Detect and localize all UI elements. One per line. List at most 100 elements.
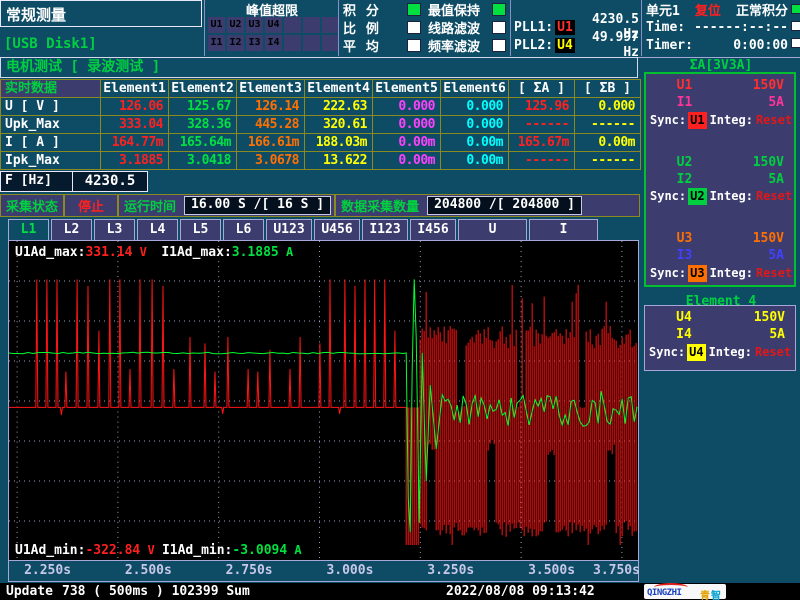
i-max-value: 3.1885: [232, 245, 279, 260]
tab-i[interactable]: I: [529, 219, 598, 240]
tab-l4[interactable]: L4: [137, 219, 178, 240]
indicator-square: [791, 21, 800, 31]
peak-limit-title: 峰值超限: [205, 0, 339, 17]
update-counter: 738 ( 500ms ) 102399 Sum: [62, 584, 250, 599]
pll2-value: 49.997 Hz: [577, 30, 639, 60]
toggle-label: 积 分: [343, 0, 407, 19]
tab-u456[interactable]: U456: [314, 219, 360, 240]
mode-panel: 常规测量 [USB Disk1]: [0, 0, 204, 56]
cell: 126.06: [101, 98, 169, 116]
toggle-label: 平 均: [343, 36, 407, 55]
cell: 0.00m: [373, 134, 441, 152]
sync-label: Sync:: [650, 265, 686, 282]
cell: ------: [575, 116, 641, 134]
row-label: Upk_Max: [1, 116, 101, 134]
cell: 0.00m: [373, 152, 441, 170]
top-strip: 常规测量 [USB Disk1] 峰值超限 U1 U2 U3 U4 I1 I2 …: [0, 0, 800, 58]
frequency-label: F [Hz]: [1, 172, 73, 191]
acquisition-bar: 采集状态 停止 运行时间 16.00 S /[ 16 S ] 数据采集数量 20…: [0, 194, 640, 217]
cell: 165.64m: [169, 134, 237, 152]
indicator-square: [791, 38, 800, 48]
frequency-box: F [Hz] 4230.5: [0, 171, 148, 192]
toggle-ratio[interactable]: 比 例: [339, 18, 425, 36]
test-mode-row[interactable]: 电机测试 [ 录波测试 ]: [0, 57, 638, 78]
toggle-label: 线路滤波: [428, 18, 492, 37]
pll-panel: PLL1: U1 4230.5 Hz PLL2: U4 49.997 Hz: [510, 0, 642, 56]
integ-label: Integ:: [710, 188, 753, 205]
sync-source-chip[interactable]: U3: [688, 265, 706, 282]
tab-l2[interactable]: L2: [51, 219, 92, 240]
sync-source-chip[interactable]: U4: [687, 344, 705, 361]
tab-u123[interactable]: U123: [266, 219, 312, 240]
update-label: Update: [6, 584, 53, 599]
tab-i123[interactable]: I123: [362, 219, 408, 240]
sync-source-chip[interactable]: U2: [688, 188, 706, 205]
i-max-label: I1Ad_max:: [161, 245, 231, 260]
integ-reset[interactable]: Reset: [756, 112, 792, 129]
measurement-table: 实时数据 Element1 Element2 Element3 Element4…: [0, 79, 641, 170]
axis-tick-label: 3.000s: [326, 563, 373, 578]
col-header: 实时数据: [1, 80, 101, 98]
tab-l5[interactable]: L5: [180, 219, 221, 240]
tab-l1[interactable]: L1: [8, 219, 49, 240]
cell: 0.000: [373, 116, 441, 134]
integ-reset-button[interactable]: 复位: [695, 0, 721, 19]
col-header: [ ΣA ]: [509, 80, 575, 98]
cell: ------: [509, 152, 575, 170]
cell: 125.67: [169, 98, 237, 116]
timer-label: Timer:: [646, 38, 693, 53]
col-header: Element4: [305, 80, 373, 98]
i3-range: 5A: [723, 247, 794, 264]
peak-cell: U1: [208, 17, 225, 33]
peak-cell: [303, 17, 320, 33]
runtime-label: 运行时间: [119, 196, 181, 215]
toggle-freq-filter[interactable]: 频率滤波: [424, 36, 510, 54]
mode-title[interactable]: 常规测量: [0, 0, 202, 27]
peak-cell: U3: [246, 17, 263, 33]
col-header: [ ΣB ]: [575, 80, 641, 98]
status-bar: Update 738 ( 500ms ) 102399 Sum 2022/08/…: [0, 583, 800, 600]
tab-i456[interactable]: I456: [410, 219, 456, 240]
u1-range: 150V: [723, 77, 794, 94]
cell: ------: [575, 152, 641, 170]
toggle-average[interactable]: 平 均: [339, 36, 425, 54]
usb-disk-label: [USB Disk1]: [4, 36, 97, 52]
integ-reset[interactable]: Reset: [756, 188, 792, 205]
tab-l3[interactable]: L3: [94, 219, 135, 240]
cell: 13.622: [305, 152, 373, 170]
peak-cell: [284, 35, 301, 51]
waveform-panel[interactable]: U1Ad_max:331.14 V I1Ad_max:3.1885 A U1Ad…: [8, 240, 639, 582]
pll2-source[interactable]: U4: [555, 38, 575, 53]
cell: 3.1885: [101, 152, 169, 170]
toggle-panel-1: 积 分 比 例 平 均: [338, 0, 425, 56]
pll1-source[interactable]: U1: [555, 20, 575, 35]
integ-reset[interactable]: Reset: [756, 265, 792, 282]
sync-source-chip[interactable]: U1: [688, 112, 706, 129]
tab-l6[interactable]: L6: [223, 219, 264, 240]
toggle-line-filter[interactable]: 线路滤波: [424, 18, 510, 36]
time-axis: 2.250s2.500s2.750s3.000s3.250s3.500s3.75…: [9, 560, 638, 581]
peak-cell: I3: [246, 35, 263, 51]
indicator-square: [492, 39, 506, 52]
timer-row: Timer: 0:00:00: [642, 36, 792, 54]
axis-tick-label: 3.250s: [427, 563, 474, 578]
toggle-integration[interactable]: 积 分: [339, 0, 425, 18]
integ-status: 正常积分: [736, 0, 788, 19]
waveform-svg: [9, 241, 638, 561]
axis-tick-label: 2.500s: [125, 563, 172, 578]
integ-reset[interactable]: Reset: [755, 344, 791, 361]
logo-text: QINGZHI: [647, 588, 681, 598]
time-label: Time:: [646, 20, 685, 35]
axis-tick-label: 3.500s: [528, 563, 575, 578]
integ-label: Integ:: [710, 112, 753, 129]
sync-label: Sync:: [649, 344, 685, 361]
toggle-max-hold[interactable]: 最值保持: [424, 0, 510, 18]
cell: 125.96: [509, 98, 575, 116]
element1-group: U1150V I15A Sync:U1Integ:Reset: [646, 77, 794, 129]
integrator-panel: 单元1 复位 正常积分 Time: ------:--:-- Timer: 0:…: [641, 0, 792, 56]
sigma-group-box: U1150V I15A Sync:U1Integ:Reset U2150V I2…: [644, 72, 796, 287]
axis-tick-label: 2.750s: [226, 563, 273, 578]
cell: ------: [509, 116, 575, 134]
peak-cell: [322, 35, 339, 51]
tab-u[interactable]: U: [458, 219, 527, 240]
